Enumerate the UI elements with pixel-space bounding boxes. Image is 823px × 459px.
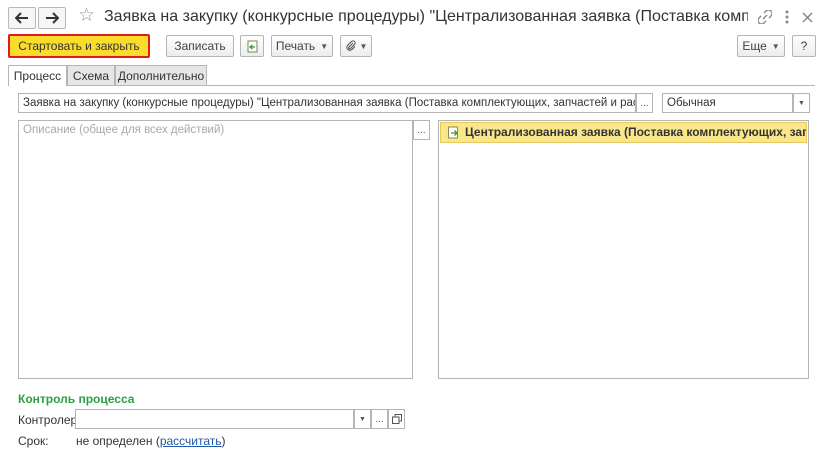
document-arrow-icon: [447, 126, 460, 142]
post-message-button[interactable]: [240, 35, 264, 57]
process-tree-panel: [438, 120, 809, 379]
tab-scheme-label: Схема: [72, 68, 110, 83]
ellipsis-icon: ...: [417, 124, 426, 136]
ellipsis-icon: ...: [640, 97, 649, 109]
caret-down-icon: ▼: [359, 415, 366, 423]
caret-down-icon: ▼: [320, 41, 329, 51]
document-arrow-icon: [247, 40, 257, 52]
save-button[interactable]: Записать: [166, 35, 234, 57]
controller-dropdown-button[interactable]: ▼: [354, 409, 371, 429]
tab-additional[interactable]: Дополнительно: [115, 65, 207, 85]
save-label: Записать: [174, 39, 226, 53]
control-section-title: Контроль процесса: [18, 392, 135, 406]
caret-down-icon: ▼: [798, 99, 805, 107]
start-and-close-button[interactable]: Стартовать и закрыть: [8, 34, 150, 58]
window-title: Заявка на закупку (конкурсные процедуры)…: [104, 8, 748, 25]
importance-dropdown-button[interactable]: ▼: [793, 93, 810, 113]
deadline-text: не определен: [76, 434, 153, 448]
back-button[interactable]: [8, 7, 36, 29]
calculate-link[interactable]: рассчитать: [160, 434, 222, 448]
deadline-paren-close: ): [221, 434, 226, 448]
controller-select-button[interactable]: ...: [371, 409, 388, 429]
more-label: Еще: [742, 39, 767, 53]
deadline-label: Срок:: [18, 434, 49, 448]
favorite-star-icon[interactable]: ☆: [78, 5, 95, 27]
open-window-icon: [391, 414, 402, 424]
print-label: Печать: [275, 39, 316, 53]
link-icon[interactable]: [756, 8, 774, 26]
description-placeholder: Описание (общее для всех действий): [23, 124, 225, 136]
menu-dots-icon[interactable]: [778, 8, 796, 26]
tree-item-label: Централизованная заявка (Поставка компле…: [465, 125, 806, 139]
caret-down-icon: ▼: [771, 41, 780, 51]
tree-item-selected[interactable]: Централизованная заявка (Поставка компле…: [440, 122, 807, 143]
deadline-value: не определен (рассчитать): [76, 434, 226, 448]
help-button[interactable]: ?: [792, 35, 816, 57]
tab-additional-label: Дополнительно: [117, 68, 205, 83]
tab-scheme[interactable]: Схема: [67, 65, 115, 85]
tab-divider: [8, 85, 815, 86]
controller-label: Контролер:: [18, 413, 81, 427]
close-icon[interactable]: [798, 8, 816, 26]
attachments-button[interactable]: ▼: [340, 35, 372, 57]
controller-input[interactable]: [75, 409, 354, 429]
process-name-input[interactable]: Заявка на закупку (конкурсные процедуры)…: [18, 93, 636, 113]
caret-down-icon: ▼: [359, 41, 368, 51]
controller-open-button[interactable]: [388, 409, 405, 429]
start-and-close-label: Стартовать и закрыть: [18, 39, 140, 53]
help-label: ?: [800, 39, 808, 53]
arrow-left-icon: [15, 12, 28, 24]
name-open-button[interactable]: ...: [636, 93, 653, 113]
importance-select[interactable]: Обычная: [662, 93, 793, 113]
print-dropdown-button[interactable]: Печать ▼: [271, 35, 333, 57]
tab-process[interactable]: Процесс: [8, 65, 67, 86]
tab-process-label: Процесс: [13, 69, 62, 83]
description-open-button[interactable]: ...: [413, 120, 430, 140]
forward-button[interactable]: [38, 7, 66, 29]
paperclip-icon: [345, 40, 356, 51]
ellipsis-icon: ...: [375, 413, 384, 425]
more-button[interactable]: Еще ▼: [737, 35, 785, 57]
arrow-right-icon: [46, 12, 59, 24]
description-textarea[interactable]: Описание (общее для всех действий): [18, 120, 413, 379]
